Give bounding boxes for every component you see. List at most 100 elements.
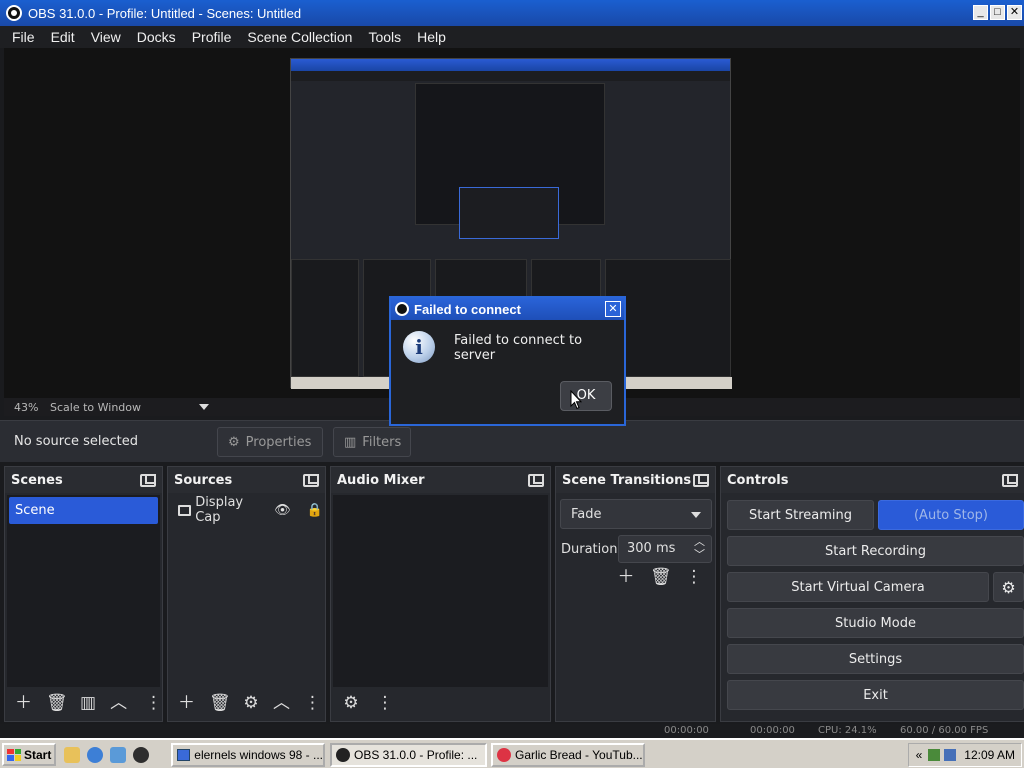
menu-help[interactable]: Help [409, 29, 454, 45]
list-item-scene[interactable]: Scene [9, 497, 158, 524]
chevron-up-icon[interactable]: ︿ [110, 693, 127, 713]
float-dock-icon[interactable] [303, 473, 319, 487]
start-button[interactable]: Start [2, 743, 56, 766]
media-player-icon[interactable] [133, 747, 149, 763]
auto-stop-button[interactable]: (Auto Stop) [878, 500, 1024, 530]
browser-icon [497, 748, 511, 762]
windows-logo-icon [7, 748, 21, 761]
filter-icon: ▥ [344, 434, 357, 450]
info-icon: i [403, 331, 435, 363]
add-icon[interactable]: ＋ [15, 693, 32, 713]
start-virtual-camera-button[interactable]: Start Virtual Camera [727, 572, 989, 602]
folder-icon[interactable] [64, 747, 80, 763]
start-streaming-button[interactable]: Start Streaming [727, 500, 874, 530]
audio-mixer-dock: Audio Mixer ⚙ ⋮ [330, 466, 551, 722]
dialog-close-button[interactable]: ✕ [605, 301, 621, 317]
lock-icon[interactable]: 🔒 [307, 503, 323, 518]
task-label: OBS 31.0.0 - Profile: ... [354, 748, 478, 762]
settings-button[interactable]: Settings [727, 644, 1024, 674]
more-icon[interactable]: ⋮ [684, 567, 704, 587]
dialog-title: Failed to connect [414, 301, 521, 317]
monitor-icon[interactable] [944, 749, 957, 761]
float-dock-icon[interactable] [693, 473, 709, 487]
studio-mode-button[interactable]: Studio Mode [727, 608, 1024, 638]
network-icon[interactable] [928, 749, 941, 761]
trash-icon[interactable]: 🗑 [46, 693, 68, 713]
mixer-title: Audio Mixer [337, 472, 425, 488]
controls-title: Controls [727, 472, 789, 488]
minimize-button[interactable]: _ [973, 5, 988, 20]
float-dock-icon[interactable] [1002, 473, 1018, 487]
float-dock-icon[interactable] [140, 473, 156, 487]
taskbar: Start elernels windows 98 - ... OBS 31.0… [0, 738, 1024, 768]
add-icon[interactable]: ＋ [616, 567, 636, 587]
menu-scene-collection[interactable]: Scene Collection [239, 29, 360, 45]
obs-logo-icon [6, 5, 22, 21]
filters-label: Filters [362, 434, 402, 450]
window-icon [177, 749, 191, 761]
nested-scenes [291, 259, 359, 377]
float-dock-icon[interactable] [528, 473, 544, 487]
maximize-button[interactable]: □ [990, 5, 1005, 20]
eye-icon[interactable]: 👁 [274, 503, 291, 518]
task-label: elernels windows 98 - ... [194, 748, 323, 762]
task-button-windows98[interactable]: elernels windows 98 - ... [171, 743, 325, 767]
task-button-youtube[interactable]: Garlic Bread - YouTub... [491, 743, 645, 767]
gear-icon: ⚙ [1001, 577, 1016, 597]
no-source-label: No source selected [14, 434, 138, 449]
filters-button[interactable]: ▥ Filters [333, 427, 411, 457]
outlook-icon[interactable] [110, 747, 126, 763]
menu-file[interactable]: File [4, 29, 43, 45]
obs-logo-icon [336, 748, 350, 762]
tray-expand-button[interactable]: « [916, 748, 923, 762]
filter-icon[interactable]: ▥ [80, 693, 96, 713]
nested-dialog [459, 187, 559, 239]
trash-icon[interactable]: 🗑 [650, 567, 672, 587]
scenes-title: Scenes [11, 472, 63, 488]
task-button-obs[interactable]: OBS 31.0.0 - Profile: ... [330, 743, 487, 767]
chevron-up-icon[interactable]: ︿ [273, 693, 290, 713]
properties-button[interactable]: ⚙ Properties [217, 427, 323, 457]
scale-mode-select[interactable]: Scale to Window [50, 401, 141, 414]
gear-icon[interactable]: ⚙ [341, 693, 361, 713]
menu-tools[interactable]: Tools [360, 29, 409, 45]
scenes-dock: Scenes Scene ＋ 🗑 ▥ ︿ ⋮ [4, 466, 163, 722]
list-item-source[interactable]: Display Cap 👁 🔒 [170, 495, 323, 525]
transition-value: Fade [571, 506, 602, 522]
start-recording-button[interactable]: Start Recording [727, 536, 1024, 566]
obs-logo-icon [395, 302, 409, 316]
chevron-down-icon[interactable] [199, 404, 210, 410]
sources-list: Display Cap 👁 🔒 [170, 495, 323, 687]
add-icon[interactable]: ＋ [178, 693, 195, 713]
clock[interactable]: 12:09 AM [964, 748, 1015, 762]
exit-button[interactable]: Exit [727, 680, 1024, 710]
menu-view[interactable]: View [83, 29, 129, 45]
ok-button[interactable]: OK [560, 381, 612, 411]
browser-icon[interactable] [87, 747, 103, 763]
dialog-message: Failed to connect to server [454, 333, 583, 363]
virtual-camera-settings-button[interactable]: ⚙ [993, 572, 1024, 602]
fps-readout: 60.00 / 60.00 FPS [900, 725, 989, 736]
obs-app: OBS 31.0.0 - Profile: Untitled - Scenes:… [0, 0, 1024, 768]
gear-icon[interactable]: ⚙ [243, 693, 259, 713]
spin-down-icon[interactable]: ﹀ [694, 542, 705, 568]
nested-menu [291, 71, 730, 81]
more-icon[interactable]: ⋮ [145, 693, 162, 713]
title-bar: OBS 31.0.0 - Profile: Untitled - Scenes:… [0, 0, 1024, 26]
stream-time: 00:00:00 [664, 725, 709, 736]
task-label: Garlic Bread - YouTub... [515, 748, 643, 762]
trash-icon[interactable]: 🗑 [209, 693, 231, 713]
cpu-usage: CPU: 24.1% [818, 725, 877, 736]
duration-spinbox[interactable]: 300 ms ︿ ﹀ [618, 535, 712, 563]
more-icon[interactable]: ⋮ [304, 693, 321, 713]
menu-edit[interactable]: Edit [43, 29, 83, 45]
more-icon[interactable]: ⋮ [375, 693, 395, 713]
window-title: OBS 31.0.0 - Profile: Untitled - Scenes:… [28, 5, 302, 21]
status-bar: 00:00:00 00:00:00 CPU: 24.1% 60.00 / 60.… [0, 724, 1024, 738]
menu-docks[interactable]: Docks [129, 29, 184, 45]
close-button[interactable]: ✕ [1007, 5, 1022, 20]
menu-profile[interactable]: Profile [184, 29, 240, 45]
scenes-list: Scene [7, 495, 160, 687]
transition-select[interactable]: Fade [560, 499, 712, 529]
sources-title: Sources [174, 472, 233, 488]
